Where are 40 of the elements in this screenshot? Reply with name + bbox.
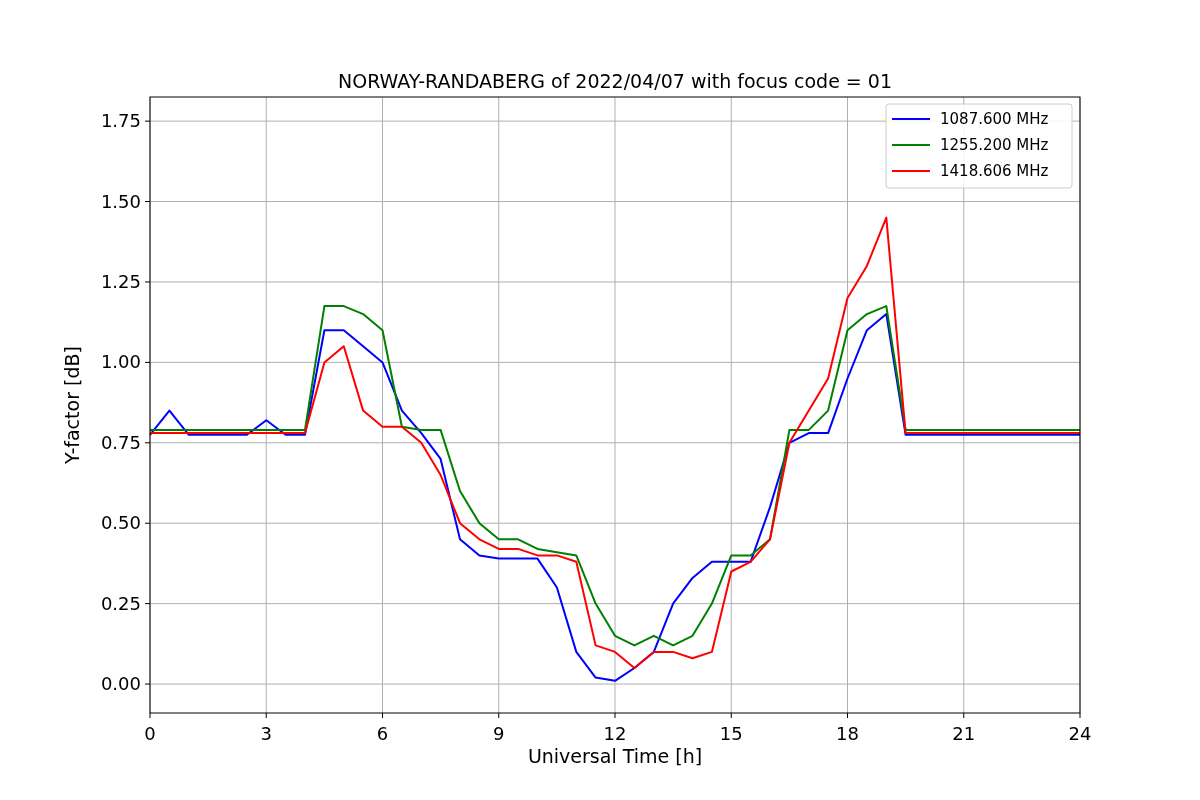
tick-mark — [144, 120, 151, 122]
x-axis-label: Universal Time [h] — [527, 745, 703, 767]
legend-label: 1418.606 MHz — [940, 162, 1049, 180]
tick-mark — [382, 712, 383, 719]
tick-mark — [144, 442, 151, 444]
tick-mark — [498, 712, 500, 719]
y-tick-label: 0.50 — [100, 512, 141, 534]
tick-mark — [144, 683, 151, 685]
x-tick-label: 9 — [493, 723, 505, 744]
x-tick-label: 12 — [603, 723, 627, 744]
x-tick-label: 15 — [719, 723, 743, 744]
tick-mark — [144, 522, 151, 524]
y-tick-label: 1.75 — [100, 110, 141, 132]
tick-mark — [847, 712, 848, 719]
x-tick-label: 3 — [260, 723, 272, 744]
x-tick-label: 18 — [836, 723, 859, 744]
tick-mark — [149, 712, 151, 719]
chart-title: NORWAY-RANDABERG of 2022/04/07 with focus code = 01 — [338, 70, 892, 92]
y-tick-label: 1.50 — [100, 190, 141, 212]
legend-label: 1255.200 MHz — [940, 136, 1049, 154]
tick-mark — [730, 712, 732, 719]
tick-mark — [144, 361, 151, 363]
tick-mark — [614, 712, 616, 719]
x-tick-label: 24 — [1068, 723, 1092, 744]
y-tick-label: 0.75 — [100, 431, 141, 453]
x-tick-label: 0 — [144, 723, 156, 744]
y-tick-label: 1.00 — [100, 351, 141, 373]
y-tick-label: 1.25 — [100, 270, 141, 292]
tick-mark — [144, 281, 151, 283]
y-tick-label: 0.25 — [100, 592, 141, 614]
y-tick-label: 0.00 — [100, 673, 141, 695]
tick-mark — [144, 201, 151, 203]
y-axis-label: Y-factor [dB] — [61, 346, 83, 464]
tick-mark — [144, 603, 151, 605]
tick-mark — [963, 712, 965, 719]
x-tick-label: 21 — [952, 723, 976, 744]
tick-mark — [265, 712, 267, 719]
legend-label: 1087.600 MHz — [940, 110, 1049, 128]
x-tick-label: 6 — [376, 723, 389, 744]
tick-mark — [1079, 712, 1081, 719]
